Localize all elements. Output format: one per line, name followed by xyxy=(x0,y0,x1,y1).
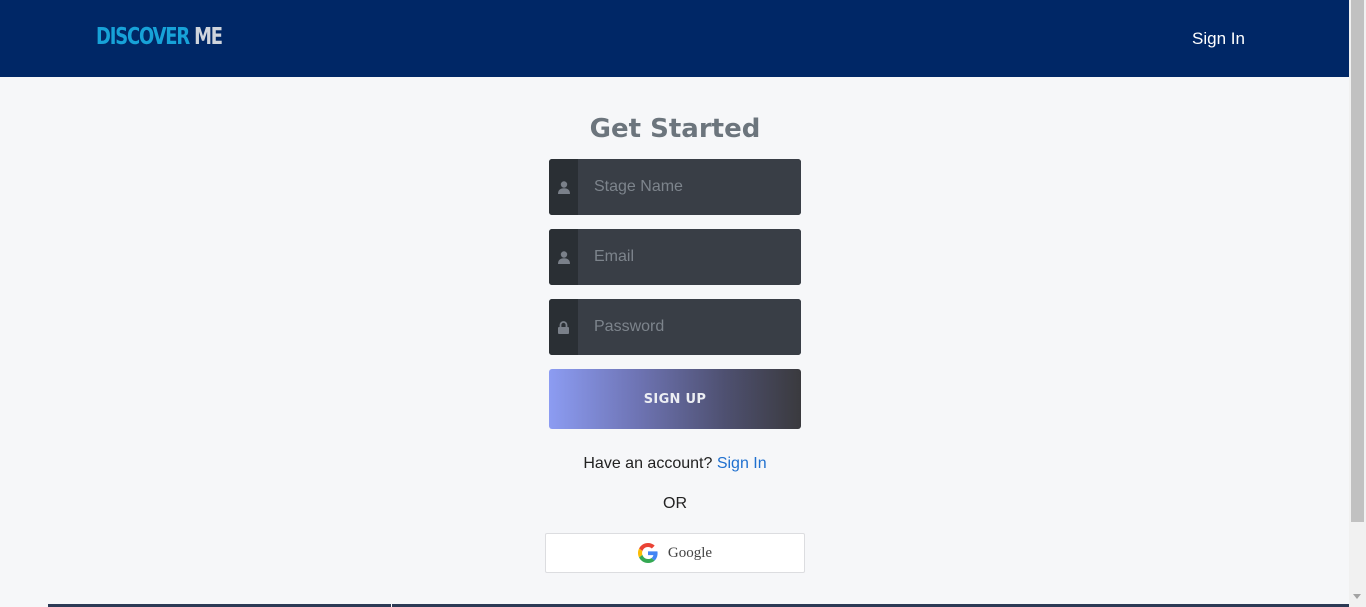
or-divider: OR xyxy=(663,495,687,512)
google-icon xyxy=(637,543,658,563)
user-icon xyxy=(549,159,578,215)
page-title: Get Started xyxy=(589,114,761,144)
stage-name-field xyxy=(549,159,801,215)
scrollbar-thumb[interactable] xyxy=(1351,0,1364,522)
nav-signin-link[interactable]: Sign In xyxy=(1192,28,1245,50)
google-label: Google xyxy=(667,544,713,561)
email-input[interactable] xyxy=(578,229,801,285)
top-navbar: DISCOVER ME Sign In xyxy=(0,0,1349,77)
stage-name-input[interactable] xyxy=(578,159,801,215)
brand-logo-part2: ME xyxy=(194,24,223,50)
google-signin-button[interactable]: Google xyxy=(545,533,805,573)
password-field xyxy=(549,299,801,355)
user-icon xyxy=(549,229,578,285)
lock-icon xyxy=(549,299,578,355)
password-input[interactable] xyxy=(578,299,801,355)
email-field xyxy=(549,229,801,285)
scroll-down-arrow[interactable] xyxy=(1353,594,1361,599)
vertical-scrollbar[interactable] xyxy=(1349,0,1366,607)
signup-button[interactable]: SIGN UP xyxy=(549,369,801,429)
signin-link[interactable]: Sign In xyxy=(717,455,767,472)
brand-logo-part1: DISCOVER xyxy=(96,24,190,50)
have-account-text: Have an account? Sign In xyxy=(549,454,801,474)
brand-logo[interactable]: DISCOVER ME xyxy=(96,22,223,52)
have-account-label: Have an account? xyxy=(583,455,713,472)
